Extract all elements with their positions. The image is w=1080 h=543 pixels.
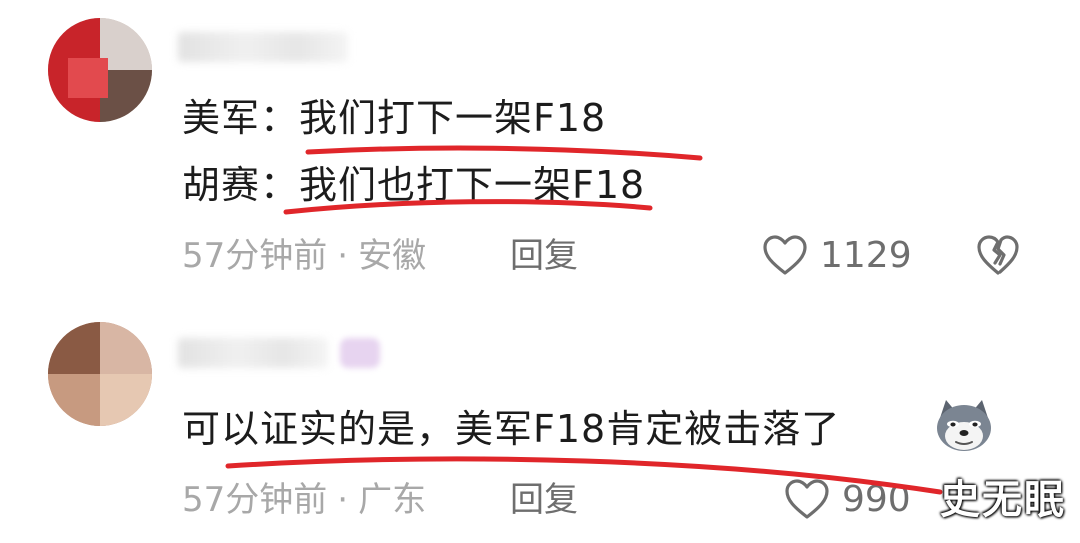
comment-time: 57分钟前 <box>182 236 328 276</box>
comment-item: 美军：我们打下一架F18 胡赛：我们也打下一架F18 57分钟前 · 安徽 回复 1… <box>0 0 1080 290</box>
username-obscured[interactable] <box>178 32 348 62</box>
comment-text-line: 胡赛：我们也打下一架F18 <box>182 163 646 207</box>
comment-meta: 57分钟前 · 广东 <box>182 480 426 520</box>
comment-item: 可以证实的是，美军F18肯定被击落了 57分钟前 · 广东 回复 990 <box>0 300 1080 543</box>
like-count: 1129 <box>820 235 912 276</box>
comment-location: 安徽 <box>358 236 427 276</box>
watermark: 史无眠 <box>940 477 1066 523</box>
like-count: 990 <box>842 479 911 520</box>
reply-button[interactable]: 回复 <box>510 236 578 276</box>
comment-location: 广东 <box>358 480 427 520</box>
meta-separator: · <box>337 236 349 276</box>
avatar[interactable] <box>48 18 152 122</box>
comment-time: 57分钟前 <box>182 480 328 520</box>
avatar[interactable] <box>48 322 152 426</box>
user-badge-obscured <box>340 338 380 368</box>
comment-text-line: 美军：我们打下一架F18 <box>182 96 607 140</box>
comment-meta: 57分钟前 · 安徽 <box>182 236 426 276</box>
heart-outline-icon[interactable] <box>762 234 808 276</box>
heart-outline-icon[interactable] <box>784 478 830 520</box>
broken-heart-icon[interactable] <box>976 234 1020 276</box>
reply-button[interactable]: 回复 <box>510 480 578 520</box>
dog-emoji-icon <box>937 400 991 451</box>
username-obscured[interactable] <box>178 338 328 368</box>
comment-text-line: 可以证实的是，美军F18肯定被击落了 <box>182 407 841 451</box>
meta-separator: · <box>337 480 349 520</box>
